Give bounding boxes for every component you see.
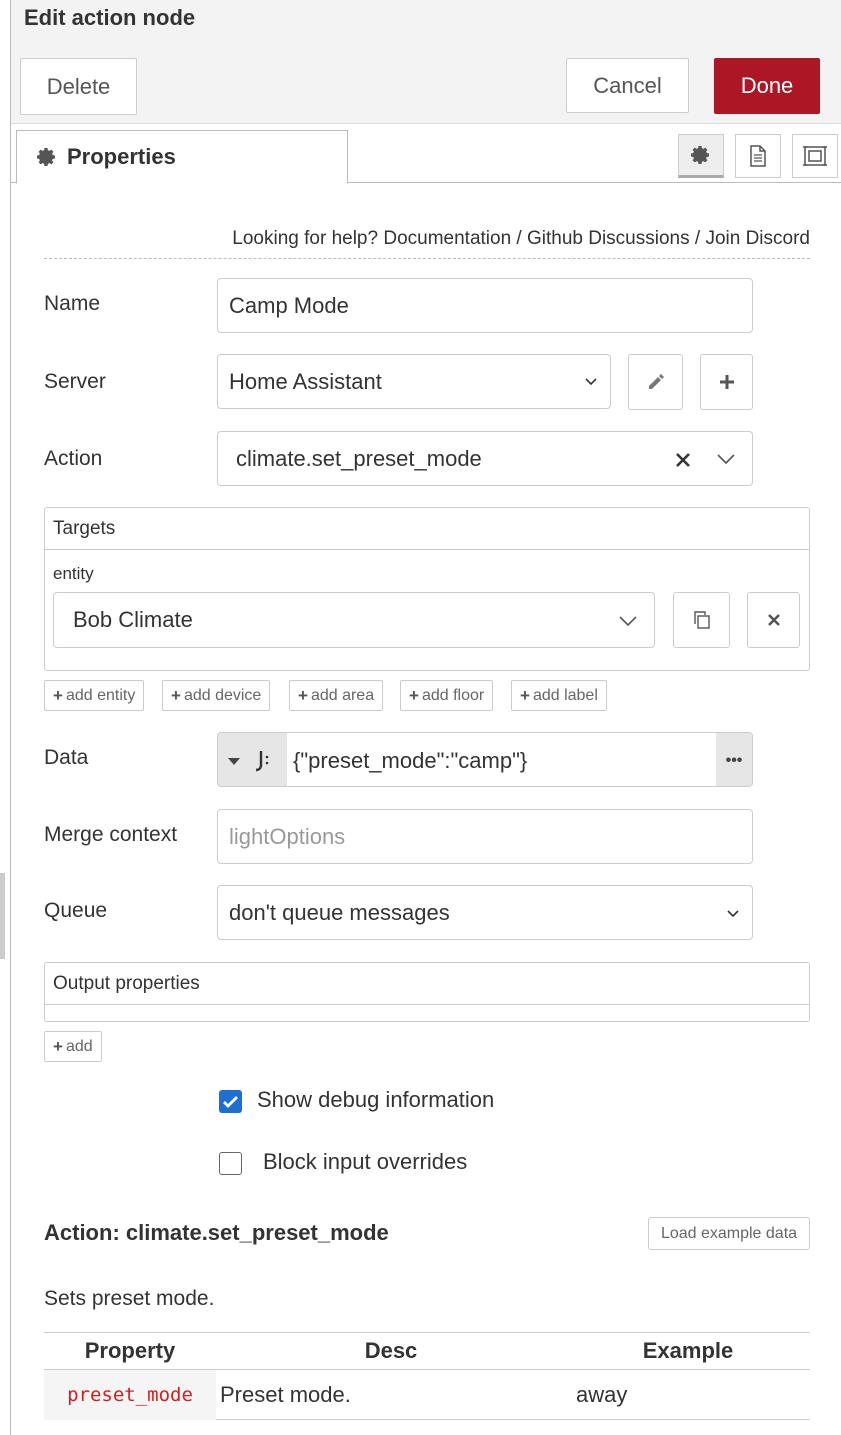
json-icon	[255, 750, 269, 771]
clear-icon[interactable]	[674, 451, 692, 469]
cancel-button[interactable]: Cancel	[566, 58, 689, 113]
block-overrides-checkbox[interactable]	[219, 1152, 242, 1175]
tab-properties-label: Properties	[67, 144, 176, 169]
tab-appearance[interactable]	[792, 134, 838, 178]
expand-editor-button[interactable]: •••	[716, 733, 752, 786]
chevron-down-icon	[619, 616, 637, 627]
merge-context-label: Merge context	[44, 823, 178, 846]
debug-label: Show debug information	[257, 1087, 495, 1112]
data-type-selector[interactable]	[218, 733, 287, 786]
action-description: Sets preset mode.	[44, 1287, 215, 1310]
action-select-value: climate.set_preset_mode	[236, 445, 482, 471]
tab-node-properties[interactable]	[678, 134, 724, 178]
add-floor-button[interactable]: + add floor	[400, 680, 494, 711]
caret-down-icon	[228, 757, 240, 765]
server-select[interactable]: Home Assistant	[217, 354, 611, 409]
queue-select-value: don't queue messages	[229, 899, 450, 925]
copy-entity-button[interactable]	[673, 592, 730, 648]
sidebar-edge	[0, 0, 11, 1435]
column-header-example: Example	[642, 1338, 734, 1363]
output-properties-title: Output properties	[45, 963, 809, 1005]
load-example-button[interactable]: Load example data	[648, 1217, 810, 1250]
help-links: Looking for help? Documentation / Github…	[44, 228, 810, 259]
queue-select[interactable]: don't queue messages	[217, 885, 753, 940]
help-separator: /	[694, 228, 701, 249]
appearance-icon	[803, 146, 827, 166]
link-documentation[interactable]: Documentation	[383, 228, 511, 249]
action-doc-title: Action: climate.set_preset_mode	[44, 1220, 389, 1245]
column-header-property: Property	[84, 1338, 176, 1363]
page-title: Edit action node	[24, 5, 196, 30]
tab-description[interactable]	[735, 134, 781, 178]
add-device-button[interactable]: + add device	[162, 680, 271, 711]
add-output-button[interactable]: + add	[44, 1031, 102, 1062]
plus-icon: +	[520, 685, 530, 705]
table-row: preset_mode Preset mode. away	[44, 1369, 810, 1420]
add-output-label: add	[65, 1037, 93, 1055]
plus-icon: +	[53, 1036, 63, 1056]
property-name: preset_mode	[44, 1369, 216, 1420]
add-server-button[interactable]	[700, 354, 753, 410]
name-input[interactable]: Camp Mode	[217, 278, 753, 333]
link-join-discord[interactable]: Join Discord	[705, 228, 810, 249]
done-button[interactable]: Done	[714, 58, 820, 114]
server-label: Server	[44, 370, 106, 393]
debug-checkbox[interactable]	[219, 1090, 242, 1113]
plus-icon: +	[171, 685, 181, 705]
name-label: Name	[44, 292, 101, 315]
add-entity-button[interactable]: + add entity	[44, 680, 145, 711]
help-separator: /	[516, 228, 522, 249]
data-value[interactable]: {"preset_mode":"camp"}	[293, 733, 527, 786]
add-entity-label: add entity	[65, 686, 136, 704]
table-header: Property Desc Example	[44, 1332, 810, 1370]
gear-icon	[691, 146, 709, 164]
add-label-button[interactable]: + add label	[511, 680, 607, 711]
entity-select-value: Bob Climate	[73, 607, 193, 632]
plus-icon: +	[298, 685, 308, 705]
gear-icon	[37, 148, 55, 166]
entity-select[interactable]: Bob Climate	[53, 592, 655, 648]
link-github-discussions[interactable]: Github Discussions	[527, 228, 690, 249]
property-desc: Preset mode.	[220, 1381, 351, 1407]
entity-label: entity	[53, 564, 94, 583]
pencil-icon	[648, 374, 664, 389]
tray-header: Edit action node Delete Cancel Done	[11, 0, 841, 124]
queue-label: Queue	[44, 899, 108, 922]
add-label-label: add label	[532, 686, 598, 704]
edit-server-button[interactable]	[628, 354, 683, 410]
chevron-down-icon	[585, 378, 597, 386]
action-select[interactable]: climate.set_preset_mode	[217, 431, 753, 486]
help-prefix: Looking for help?	[232, 228, 379, 249]
data-typed-input: {"preset_mode":"camp"} •••	[217, 732, 753, 787]
chevron-down-icon	[727, 910, 739, 918]
add-floor-label: add floor	[421, 686, 485, 704]
server-select-value: Home Assistant	[229, 368, 382, 394]
merge-context-input[interactable]: lightOptions	[217, 809, 753, 864]
close-icon	[767, 614, 780, 626]
add-area-label: add area	[310, 686, 375, 704]
targets-title: Targets	[45, 508, 809, 550]
property-example: away	[576, 1381, 628, 1407]
data-label: Data	[44, 746, 89, 769]
column-header-desc: Desc	[364, 1338, 418, 1363]
description-icon	[750, 145, 766, 167]
plus-icon: +	[53, 685, 63, 705]
check-icon	[223, 1096, 238, 1108]
add-area-button[interactable]: + add area	[289, 680, 384, 711]
tab-bar: Properties	[11, 124, 841, 184]
plus-icon	[719, 375, 734, 389]
remove-entity-button[interactable]	[747, 592, 800, 648]
plus-icon: +	[409, 685, 419, 705]
properties-table: Property Desc Example preset_mode Preset…	[44, 1332, 810, 1420]
tab-properties[interactable]: Properties	[16, 130, 348, 184]
action-label: Action	[44, 447, 103, 470]
delete-button[interactable]: Delete	[20, 58, 137, 115]
add-device-label: add device	[183, 686, 262, 704]
output-properties-box: Output properties	[44, 962, 810, 1022]
copy-icon	[693, 611, 710, 629]
targets-box: Targets entity Bob Climate	[44, 507, 810, 671]
resize-handle[interactable]	[0, 873, 5, 959]
chevron-down-icon[interactable]	[716, 452, 736, 466]
block-overrides-label: Block input overrides	[263, 1149, 468, 1174]
